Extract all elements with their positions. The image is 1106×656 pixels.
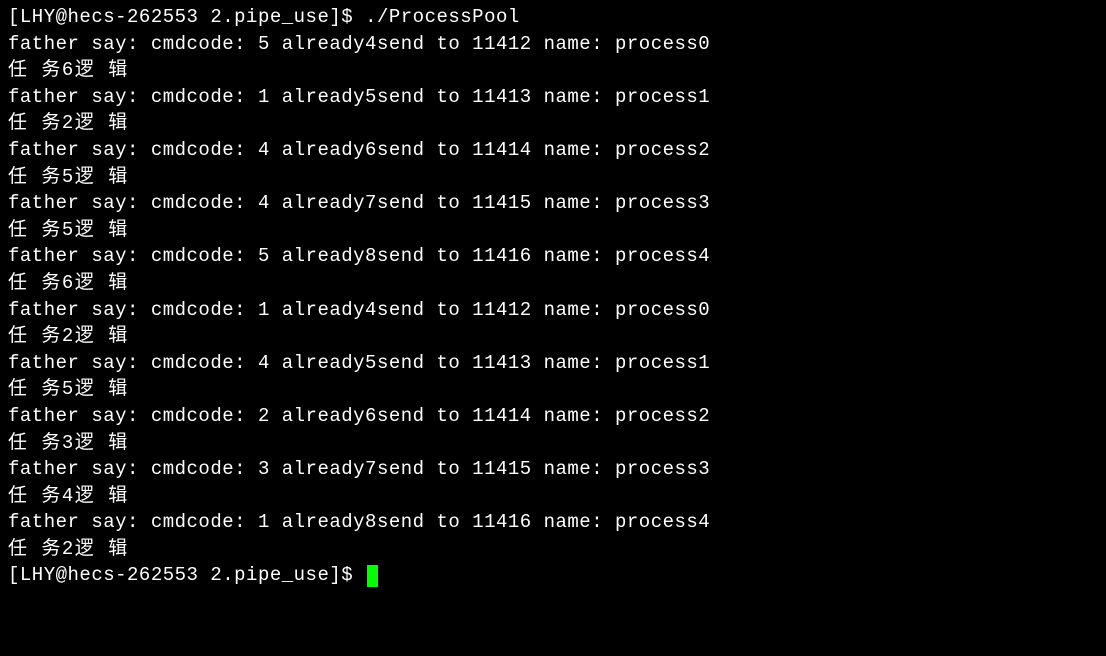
- task-output-line: 任 务3逻 辑: [8, 430, 1098, 457]
- task-output-line: 任 务5逻 辑: [8, 376, 1098, 403]
- task-output-line: 任 务2逻 辑: [8, 110, 1098, 137]
- prompt-text-2: [LHY@hecs-262553 2.pipe_use]$: [8, 562, 365, 589]
- father-output-line: father say: cmdcode: 3 already7send to 1…: [8, 456, 1098, 483]
- output-container: father say: cmdcode: 5 already4send to 1…: [8, 31, 1098, 563]
- father-output-line: father say: cmdcode: 5 already8send to 1…: [8, 243, 1098, 270]
- task-output-line: 任 务5逻 辑: [8, 217, 1098, 244]
- task-output-line: 任 务2逻 辑: [8, 323, 1098, 350]
- father-output-line: father say: cmdcode: 5 already4send to 1…: [8, 31, 1098, 58]
- father-output-line: father say: cmdcode: 1 already5send to 1…: [8, 84, 1098, 111]
- father-output-line: father say: cmdcode: 4 already7send to 1…: [8, 190, 1098, 217]
- task-output-line: 任 务5逻 辑: [8, 164, 1098, 191]
- father-output-line: father say: cmdcode: 4 already5send to 1…: [8, 350, 1098, 377]
- father-output-line: father say: cmdcode: 1 already4send to 1…: [8, 297, 1098, 324]
- task-output-line: 任 务6逻 辑: [8, 57, 1098, 84]
- command-text: ./ProcessPool: [365, 4, 520, 31]
- prompt-text-1: [LHY@hecs-262553 2.pipe_use]$: [8, 4, 365, 31]
- father-output-line: father say: cmdcode: 4 already6send to 1…: [8, 137, 1098, 164]
- prompt-line-2[interactable]: [LHY@hecs-262553 2.pipe_use]$: [8, 562, 1098, 589]
- task-output-line: 任 务4逻 辑: [8, 483, 1098, 510]
- prompt-line-1: [LHY@hecs-262553 2.pipe_use]$ ./ProcessP…: [8, 4, 1098, 31]
- cursor-icon: [367, 565, 378, 587]
- father-output-line: father say: cmdcode: 1 already8send to 1…: [8, 509, 1098, 536]
- father-output-line: father say: cmdcode: 2 already6send to 1…: [8, 403, 1098, 430]
- task-output-line: 任 务2逻 辑: [8, 536, 1098, 563]
- task-output-line: 任 务6逻 辑: [8, 270, 1098, 297]
